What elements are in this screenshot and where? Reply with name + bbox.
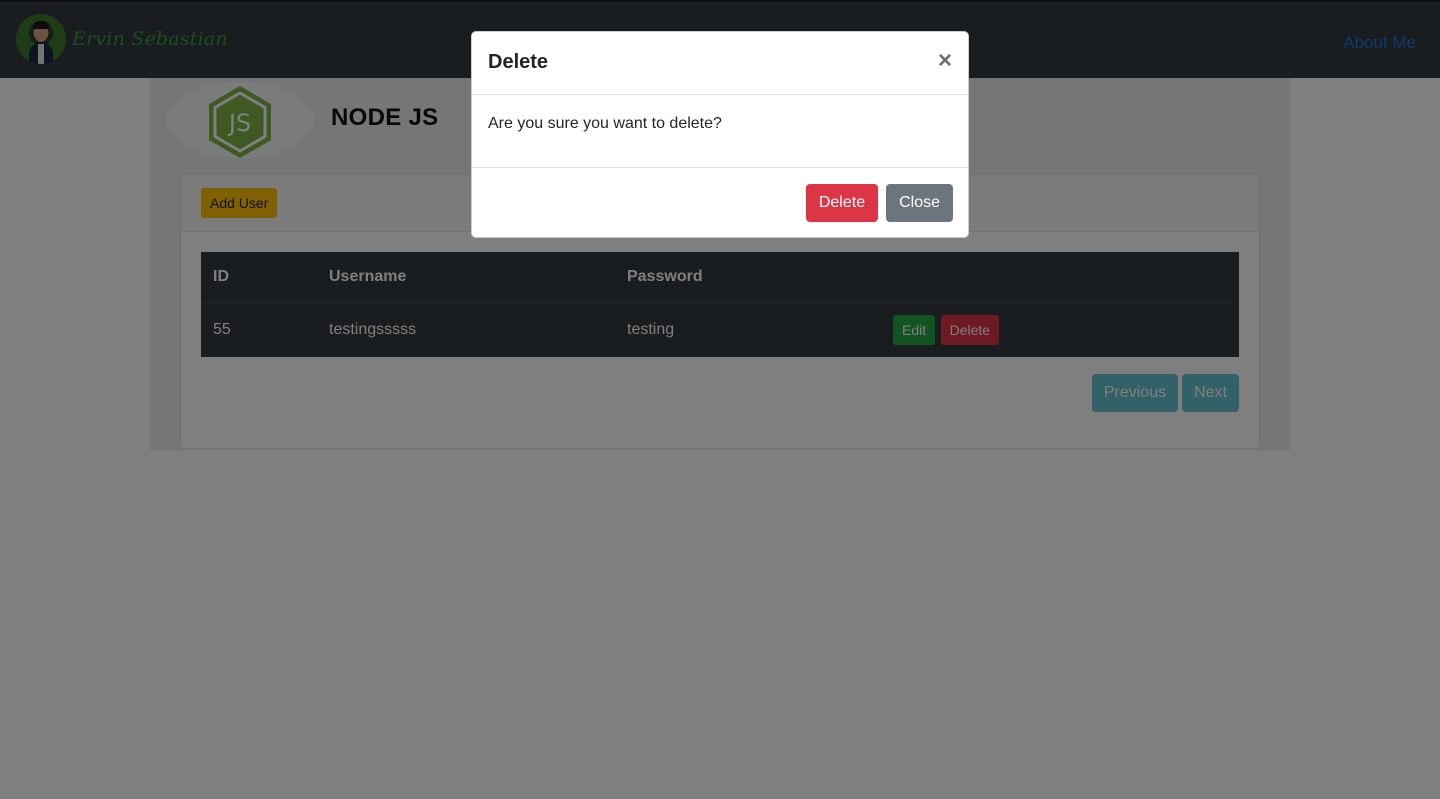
modal-message: Are you sure you want to delete? xyxy=(488,115,722,132)
close-icon[interactable]: × xyxy=(938,48,952,74)
delete-modal: Delete × Are you sure you want to delete… xyxy=(471,31,969,238)
modal-title: Delete xyxy=(488,51,549,73)
close-button[interactable]: Close xyxy=(886,184,953,222)
modal-footer: Delete Close xyxy=(472,168,968,237)
modal-body: Are you sure you want to delete? xyxy=(472,95,968,168)
modal-header: Delete × xyxy=(472,32,968,95)
page: Ervin Sebastian About Me JS NODE JS Add … xyxy=(0,0,1440,799)
confirm-delete-button[interactable]: Delete xyxy=(805,184,879,222)
